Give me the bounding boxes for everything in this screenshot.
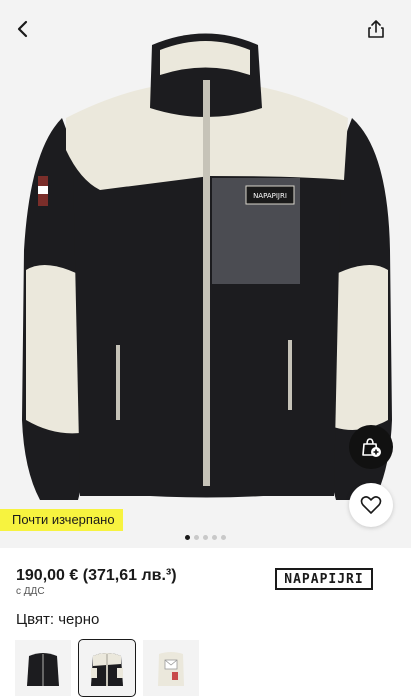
- product-photo: NAPAPIJRI: [0, 0, 411, 548]
- product-detail-screen: NAPAPIJRI Почти изчерпано 190,00 € (371,…: [0, 0, 411, 699]
- stock-badge: Почти изчерпано: [0, 509, 123, 531]
- swatch-black[interactable]: [15, 640, 71, 696]
- color-label: Цвят: черно: [16, 611, 100, 628]
- heart-icon: [360, 496, 382, 514]
- share-icon: [368, 20, 384, 38]
- swatch-thumbnail: [27, 653, 59, 686]
- swatch-black-white[interactable]: [78, 639, 136, 697]
- gallery-dot[interactable]: [203, 535, 208, 540]
- price-main: 190,00 €: [16, 567, 79, 584]
- svg-text:NAPAPIJRI: NAPAPIJRI: [253, 192, 287, 200]
- gallery-dot[interactable]: [221, 535, 226, 540]
- add-to-bag-button[interactable]: [349, 425, 393, 469]
- gallery-dot[interactable]: [212, 535, 217, 540]
- gallery-dot[interactable]: [185, 535, 190, 540]
- bag-plus-icon: [362, 438, 381, 457]
- back-button[interactable]: [6, 12, 40, 46]
- gallery-pagination: [0, 535, 411, 540]
- product-image-gallery[interactable]: NAPAPIJRI Почти изчерпано: [0, 0, 411, 548]
- color-swatches: [15, 639, 199, 697]
- share-button[interactable]: [359, 12, 393, 46]
- product-info: 190,00 € (371,61 лв.³) с ДДС NAPAPIJRI Ц…: [0, 548, 411, 699]
- price-alt: (371,61 лв.³): [82, 567, 177, 584]
- price: 190,00 € (371,61 лв.³): [16, 567, 177, 585]
- chevron-left-icon: [17, 20, 28, 38]
- vat-note: с ДДС: [16, 586, 45, 597]
- gallery-dot[interactable]: [194, 535, 199, 540]
- brand-logo[interactable]: NAPAPIJRI: [275, 568, 373, 590]
- wishlist-button[interactable]: [349, 483, 393, 527]
- swatch-white[interactable]: [143, 640, 199, 696]
- swatch-thumbnail: [158, 652, 184, 686]
- swatch-thumbnail: [91, 653, 123, 686]
